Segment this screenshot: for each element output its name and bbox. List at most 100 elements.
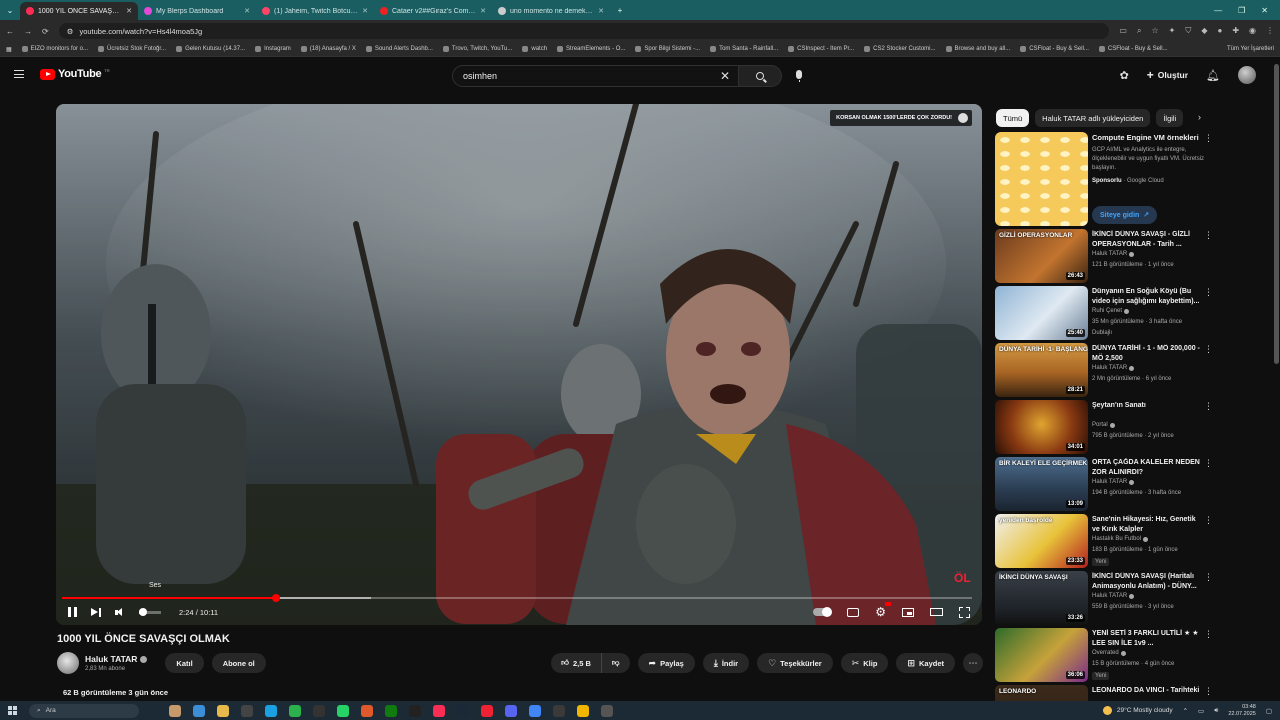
app-icon[interactable] [481, 704, 493, 717]
bookmark-item[interactable]: CS2 Stocker Customi... [864, 46, 936, 52]
browser-tab[interactable]: Cataer v2##Giraz's Competitive✕ [374, 2, 492, 20]
app-icon[interactable] [361, 704, 373, 717]
maximize-icon[interactable]: ❐ [1238, 6, 1245, 15]
steam-icon[interactable] [457, 704, 469, 717]
settings-button[interactable]: ⚙ [875, 602, 891, 619]
recommendation-channel[interactable]: Haluk TATAR [1092, 251, 1135, 257]
tab-search-icon[interactable]: ⌄ [0, 0, 20, 20]
recommendation-item[interactable]: 36:06 YENİ SETİ 3 FARKLI ULTİLİ ★ ★ LEE S… [995, 628, 1265, 682]
like-button[interactable]: 👍︎ 2,5 B [551, 653, 602, 673]
recommendation-title[interactable]: Sane'nin Hikayesi: Hız, Genetik ve Kırık… [1092, 515, 1204, 534]
weather-widget[interactable]: 29°C Mostly cloudy [1102, 706, 1173, 715]
recommendation-menu-icon[interactable]: ⋮ [1204, 572, 1213, 583]
recommendation-title[interactable]: LEONARDO DA VINCI - Tarihteki [1092, 686, 1204, 696]
app-icon[interactable] [289, 704, 301, 717]
url-field[interactable]: ⚙ youtube.com/watch?v=Hs4l4moa5Jg [58, 23, 1110, 39]
bookmark-item[interactable]: StreamElements - O... [557, 46, 625, 52]
filter-chip[interactable]: Tümü [996, 109, 1030, 127]
fullscreen-icon[interactable] [959, 606, 970, 618]
bookmark-item[interactable]: Instagram [255, 46, 291, 52]
recommendation-title[interactable]: DÜNYA TARİHİ - 1 - MÖ 200,000 - MÖ 2,500 [1092, 344, 1204, 363]
reload-icon[interactable]: ⟳ [42, 27, 49, 36]
recommendation-thumbnail[interactable]: İKİNCİ DÜNYA SAVAŞI 33:26 [995, 571, 1088, 625]
filter-chip[interactable]: Haluk TATAR adlı yükleyiciden [1035, 109, 1151, 127]
clock[interactable]: 03:48 22.07.2025 [1228, 704, 1256, 718]
app-icon[interactable] [241, 704, 253, 717]
recommendation-item[interactable]: DÜNYA TARİHİ -1- BAŞLANGIÇ 28:21 DÜNYA TAR… [995, 343, 1265, 397]
tab-close-icon[interactable]: ✕ [362, 7, 368, 15]
sponsored-ad[interactable]: Compute Engine VM örnekleri GCP AI/ML ve… [995, 132, 1265, 226]
recommendation-channel[interactable]: Haluk TATAR [1092, 365, 1135, 371]
recommendation-title[interactable]: Dünyanın En Soğuk Köyü (Bu video için sa… [1092, 287, 1204, 306]
tray-chevron-icon[interactable]: ⌃ [1183, 707, 1188, 715]
scrollbar-thumb[interactable] [1274, 64, 1279, 364]
recommendation-menu-icon[interactable]: ⋮ [1204, 401, 1213, 412]
volume-handle[interactable] [139, 607, 148, 616]
ad-title[interactable]: Compute Engine VM örnekleri [1092, 133, 1242, 142]
recommendation-title[interactable]: İKİNCİ DÜNYA SAVAŞI - GİZLİ OPERASYONLAR… [1092, 230, 1204, 249]
app-icon[interactable] [313, 704, 325, 717]
taskbar-search[interactable]: ⌕ Ara [29, 703, 139, 718]
chips-next-icon[interactable]: › [1198, 112, 1201, 122]
recommendation-channel[interactable]: Portal [1092, 422, 1115, 428]
channel-avatar[interactable] [57, 652, 79, 674]
recommendation-thumbnail[interactable]: 36:06 [995, 628, 1088, 682]
install-icon[interactable]: ▭ [1119, 26, 1127, 36]
ad-menu-icon[interactable]: ⋮ [1204, 133, 1213, 144]
search-input[interactable]: osimhen ✕ [452, 65, 738, 87]
recommendation-title[interactable]: Şeytan'ın Sanatı [1092, 401, 1204, 411]
whatsapp-icon[interactable] [337, 704, 349, 717]
bookmark-item[interactable]: Spor Bilgi Sistemi -... [635, 46, 700, 52]
new-tab-button[interactable]: + [610, 0, 630, 20]
task-view-icon[interactable] [193, 704, 205, 717]
chrome-icon[interactable] [529, 704, 541, 717]
tab-close-icon[interactable]: ✕ [126, 7, 132, 15]
recommendation-item[interactable]: GİZLİ OPERASYONLAR 26:43 İKİNCİ DÜNYA SAVA… [995, 229, 1265, 283]
recommendation-thumbnail[interactable]: DÜNYA TARİHİ -1- BAŞLANGIÇ 28:21 [995, 343, 1088, 397]
recommendation-channel[interactable]: Haluk TATAR [1092, 593, 1135, 599]
recommendation-menu-icon[interactable]: ⋮ [1204, 686, 1213, 697]
notifications-bell-icon[interactable]: 🔔︎ [1206, 69, 1220, 82]
app-icon[interactable] [577, 704, 589, 717]
create-button[interactable]: + Oluştur [1147, 68, 1188, 82]
recommendation-menu-icon[interactable]: ⋮ [1204, 344, 1213, 355]
back-icon[interactable]: ← [6, 27, 14, 36]
recommendation-thumbnail[interactable]: BİR KALEYİ ELE GEÇİRMEK 13:09 [995, 457, 1088, 511]
bookmark-item[interactable]: Gelen Kutusu (14.37... [176, 46, 245, 52]
account-avatar[interactable] [1238, 66, 1256, 84]
more-actions-button[interactable]: ⋯ [963, 653, 983, 673]
music-icon[interactable] [433, 704, 445, 717]
all-bookmarks-link[interactable]: Tüm Yer İşaretleri [1227, 46, 1274, 52]
recommendation-channel[interactable]: Haluk TATAR [1092, 479, 1135, 485]
save-button[interactable]: ⊞ Kaydet [896, 653, 955, 673]
dislike-button[interactable]: 👎︎ [602, 658, 630, 668]
end-screen-badge[interactable]: KORSAN OLMAK 1500'LERDE ÇOK ZORDU! [830, 110, 972, 126]
tab-close-icon[interactable]: ✕ [244, 7, 250, 15]
miniplayer-icon[interactable] [902, 607, 914, 617]
recommendation-item[interactable]: yeniden başrolde 23:33 Sane'nin Hikayesi: … [995, 514, 1265, 568]
notifications-icon[interactable]: ▢ [1266, 707, 1272, 715]
menu-icon[interactable]: ⋮ [1266, 26, 1274, 36]
recommendation-channel[interactable]: Ruhi Çenet [1092, 308, 1130, 314]
studio-icon[interactable]: ✿ [1120, 69, 1129, 82]
apps-icon[interactable]: ▦ [6, 46, 12, 53]
youtube-logo[interactable]: YouTube TR [40, 68, 110, 80]
recommendation-thumbnail[interactable]: 34:01 [995, 400, 1088, 454]
download-button[interactable]: ⤓ İndir [702, 653, 750, 673]
bookmark-item[interactable]: CSFloat - Buy & Sell... [1020, 46, 1089, 52]
video-player[interactable]: KORSAN OLMAK 1500'LERDE ÇOK ZORDU! ÖL Se… [56, 104, 982, 625]
mute-button[interactable] [115, 607, 125, 617]
recommendation-menu-icon[interactable]: ⋮ [1204, 230, 1213, 241]
recommendation-channel[interactable]: Hastalık Bu Futbol [1092, 536, 1149, 542]
forward-icon[interactable]: → [24, 27, 32, 36]
start-button-icon[interactable] [8, 706, 17, 715]
minimize-icon[interactable]: — [1214, 6, 1222, 15]
browser-tab[interactable]: (1) Jaheim, Twitch Botcusuyla ✕ [256, 2, 374, 20]
bookmark-star-icon[interactable]: ☆ [1151, 26, 1158, 36]
hamburger-menu-icon[interactable] [14, 70, 24, 78]
discord-icon[interactable] [505, 704, 517, 717]
recommendation-thumbnail[interactable]: 25:40 [995, 286, 1088, 340]
pause-button[interactable] [68, 607, 77, 617]
recommendation-menu-icon[interactable]: ⋮ [1204, 458, 1213, 469]
clip-button[interactable]: ✂ Klip [840, 653, 889, 673]
